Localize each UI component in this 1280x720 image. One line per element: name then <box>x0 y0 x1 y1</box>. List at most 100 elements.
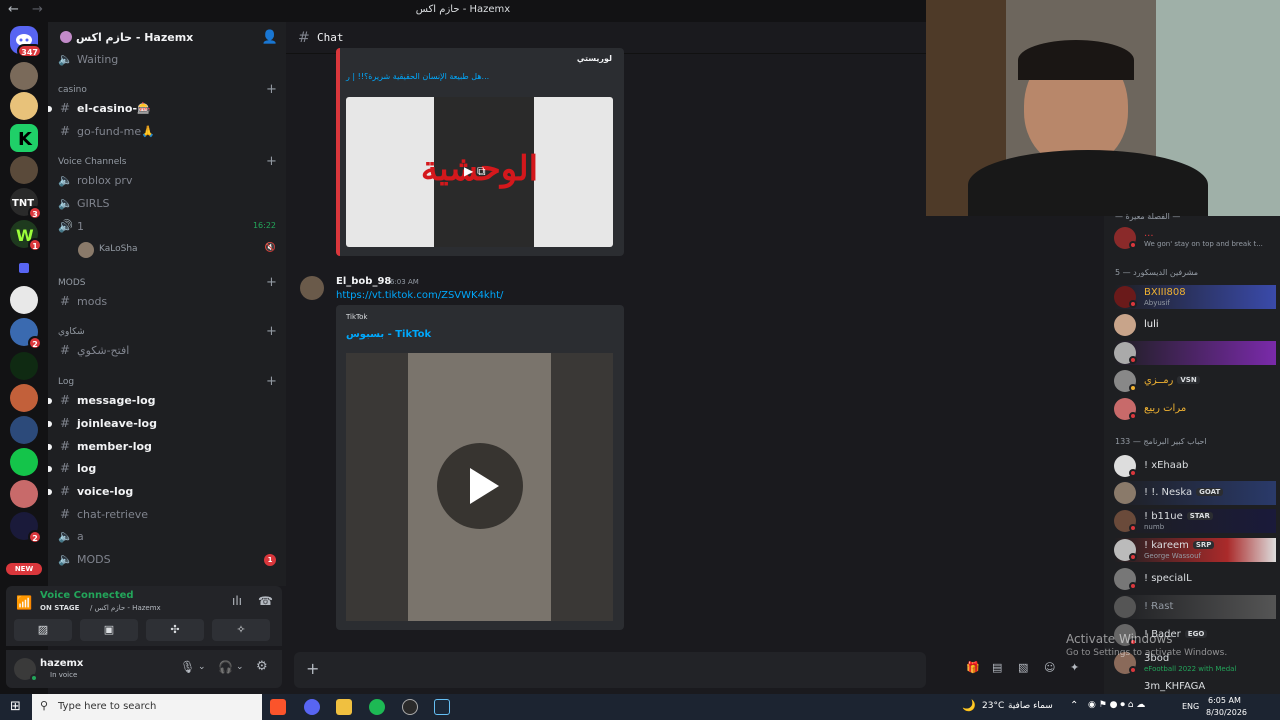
embed-title[interactable]: بسبوس - TikTok <box>346 329 431 340</box>
server-icon[interactable] <box>10 62 38 90</box>
add-channel-icon[interactable]: + <box>266 324 277 339</box>
app-icon[interactable] <box>402 699 418 715</box>
gear-icon[interactable]: ⚙ <box>256 659 268 674</box>
channel-voice-log[interactable]: # voice-log <box>48 482 278 502</box>
member-item[interactable]: ! xEhaab <box>1114 454 1276 478</box>
headphones-icon[interactable]: 🎧 <box>218 660 233 674</box>
embed-author[interactable]: لوريستي <box>577 54 612 63</box>
camera-off-button[interactable]: ▨ <box>14 619 72 641</box>
message-author[interactable]: El_bob_98 <box>336 276 391 287</box>
server-icon[interactable] <box>10 480 38 508</box>
tray-chevron-icon[interactable]: ⌃ <box>1070 700 1078 711</box>
apps-icon[interactable]: ✦ <box>1070 661 1079 674</box>
channel-chat-retrieve[interactable]: # chat-retrieve <box>58 505 278 525</box>
channel-message-log[interactable]: # message-log <box>48 391 278 411</box>
avatar[interactable] <box>300 276 324 300</box>
add-member-icon[interactable]: 👤 <box>262 30 278 45</box>
embed-title[interactable]: هل طبيعة الإنسان الحقيقية شريرة؟!! | ر..… <box>346 72 489 81</box>
activities-button[interactable]: ✣ <box>146 619 204 641</box>
channel-member-log[interactable]: # member-log <box>48 437 278 457</box>
screen-share-button[interactable]: ▣ <box>80 619 138 641</box>
brave-browser-icon[interactable] <box>270 699 286 715</box>
category-casino[interactable]: casino <box>58 85 87 95</box>
server-icon[interactable] <box>10 286 38 314</box>
chevron-down-icon[interactable]: ⌄ <box>198 662 206 672</box>
gif-icon[interactable]: ▤ <box>992 661 1002 674</box>
voice-user-kalosha[interactable]: KaLoSha 🔇 <box>58 240 278 260</box>
channel-log[interactable]: # log <box>48 459 278 479</box>
chevron-down-icon[interactable]: ⌄ <box>236 662 244 672</box>
channel-girls[interactable]: 🔈 GIRLS <box>58 194 278 214</box>
member-item[interactable]: ! !. Neska GOAT <box>1114 481 1276 505</box>
play-button[interactable] <box>437 443 523 529</box>
channel-el-casino[interactable]: # el-casino-🎰 <box>48 99 278 119</box>
channel-joinleave-log[interactable]: # joinleave-log <box>48 414 278 434</box>
user-name[interactable]: hazemx <box>40 658 83 669</box>
member-item[interactable]: رمــزي VSN <box>1114 369 1276 393</box>
kick-server-icon[interactable]: K <box>10 124 38 152</box>
weather-temp[interactable]: 23°C <box>982 701 1004 711</box>
tnt-server-icon[interactable]: TNT 3 <box>10 188 42 220</box>
language-indicator[interactable]: ENG <box>1182 702 1199 711</box>
spotify-icon[interactable] <box>369 699 385 715</box>
server-icon[interactable] <box>10 352 38 380</box>
sticker-icon[interactable]: ▧ <box>1018 661 1028 674</box>
taskbar-search[interactable]: ⚲ Type here to search <box>32 694 262 720</box>
home-button[interactable]: 347 <box>10 26 42 58</box>
member-item[interactable]: مرات رييع <box>1114 397 1276 421</box>
video-player[interactable] <box>346 353 613 621</box>
channel-shakawi[interactable]: # افتح-شكوي <box>58 341 278 361</box>
member-item[interactable]: BXIII808 Abyusif <box>1114 285 1276 309</box>
gift-icon[interactable]: 🎁 <box>966 661 980 674</box>
server-icon[interactable] <box>10 416 38 444</box>
add-channel-icon[interactable]: + <box>266 82 277 97</box>
channel-waiting[interactable]: 🔈 Waiting <box>58 50 278 70</box>
server-icon[interactable]: 2 <box>10 512 42 544</box>
disconnect-icon[interactable]: ☎ <box>258 594 273 608</box>
steam-icon[interactable] <box>434 699 450 715</box>
member-item[interactable]: ... We gon' stay on top and break t... <box>1114 226 1276 250</box>
microphone-icon[interactable]: 🎙 <box>180 660 195 674</box>
member-item[interactable]: luli <box>1114 313 1276 337</box>
server-icon[interactable] <box>10 384 38 412</box>
voice-status[interactable]: Voice Connected <box>40 590 134 601</box>
channel-mods[interactable]: # mods <box>58 292 278 312</box>
noise-suppression-icon[interactable]: ılı <box>232 594 242 608</box>
message-input[interactable]: + 🎁 ▤ ▧ ☺ ✦ <box>294 652 1079 688</box>
server-icon[interactable]: 2 <box>10 318 42 350</box>
windows-start-icon[interactable]: ⊞ <box>10 699 21 714</box>
member-item[interactable] <box>1114 341 1276 365</box>
server-icon[interactable] <box>10 156 38 184</box>
clock-date[interactable]: 8/30/2026 <box>1206 708 1247 717</box>
clock-time[interactable]: 6:05 AM <box>1208 696 1241 705</box>
member-item[interactable]: 3m_KHFAGA <box>1114 679 1276 693</box>
emoji-icon[interactable]: ☺ <box>1044 661 1055 674</box>
member-item[interactable]: ! b11ue STAR numb <box>1114 509 1276 533</box>
soundboard-button[interactable]: ✧ <box>212 619 270 641</box>
server-icon[interactable] <box>10 448 38 476</box>
server-icon[interactable]: W 1 <box>10 220 42 252</box>
channel-1[interactable]: 🔊 1 16:22 <box>58 217 278 237</box>
member-item[interactable]: ! kareem SRP George Wassouf <box>1114 538 1276 562</box>
category-voice-channels[interactable]: Voice Channels <box>58 157 126 167</box>
category-mods[interactable]: MODS <box>58 278 86 288</box>
video-thumbnail[interactable]: الوحشية ▶ ⧉ <box>346 97 613 247</box>
member-item[interactable]: ! Ɍast <box>1114 595 1276 619</box>
file-explorer-icon[interactable] <box>336 699 352 715</box>
message-link[interactable]: https://vt.tiktok.com/ZSVWK4kht/ <box>336 290 503 301</box>
channel-a[interactable]: 🔈 a <box>58 527 278 547</box>
voice-location[interactable]: / حازم اكس - Hazemx <box>90 604 161 612</box>
play-icon[interactable]: ▶ ⧉ <box>464 164 486 179</box>
channel-roblox-prv[interactable]: 🔈 roblox prv <box>58 171 278 191</box>
add-channel-icon[interactable]: + <box>266 154 277 169</box>
channel-go-fund-me[interactable]: # go-fund-me🙏 <box>58 122 278 142</box>
folder-icon[interactable] <box>10 254 38 282</box>
plus-icon[interactable]: + <box>306 659 319 678</box>
category-shakawi[interactable]: شكاوي <box>58 327 85 337</box>
server-icon[interactable] <box>10 92 38 120</box>
category-log[interactable]: Log <box>58 377 74 387</box>
channel-mods-voice[interactable]: 🔈 MODS 1 <box>58 550 278 570</box>
add-channel-icon[interactable]: + <box>266 374 277 389</box>
add-channel-icon[interactable]: + <box>266 275 277 290</box>
discord-taskbar-icon[interactable] <box>304 699 320 715</box>
